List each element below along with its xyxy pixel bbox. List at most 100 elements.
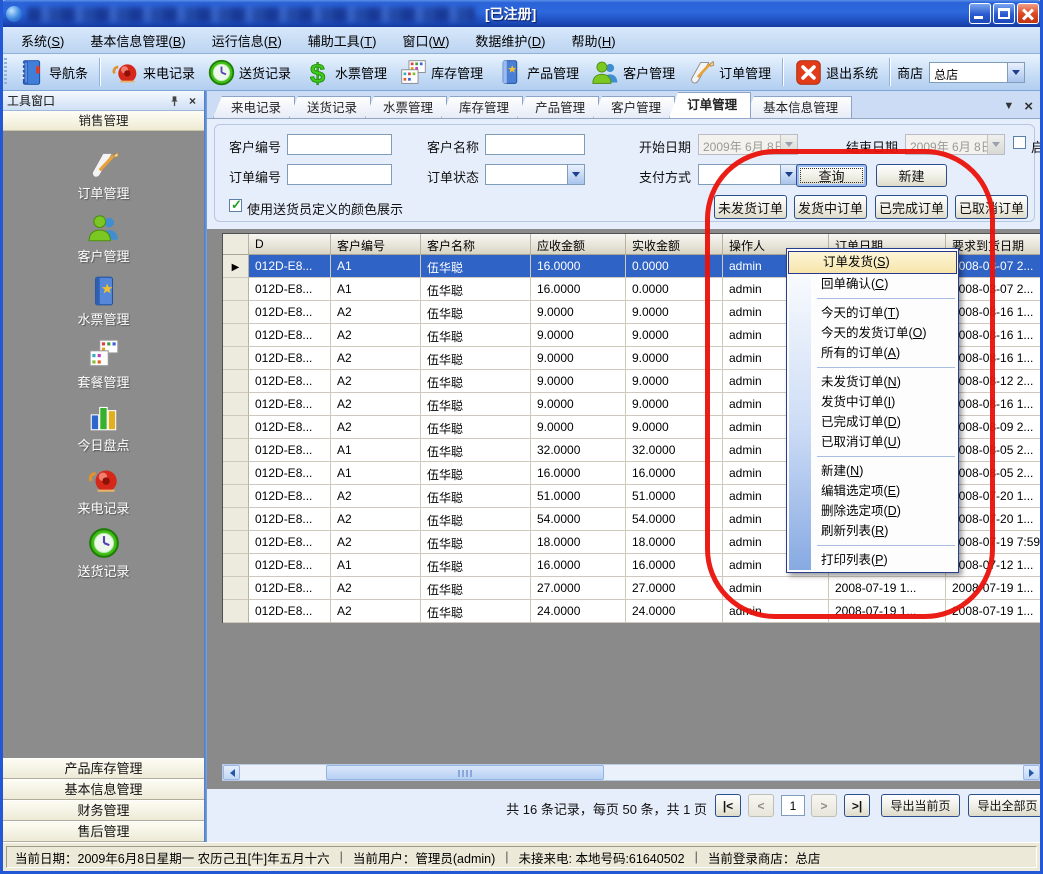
row-selector[interactable] — [223, 301, 249, 324]
row-selector[interactable] — [223, 531, 249, 554]
tab-1[interactable]: 送货记录 — [289, 96, 371, 118]
toolbar-button-8[interactable]: 订单管理 — [681, 56, 777, 89]
tab-6[interactable]: 订单管理 — [669, 92, 751, 118]
menubar-item-2[interactable]: 运行信息(R) — [199, 28, 295, 53]
pin-icon[interactable] — [167, 94, 182, 108]
cust-no-input[interactable] — [287, 134, 392, 155]
tab-0[interactable]: 来电记录 — [213, 96, 295, 118]
minimize-button[interactable] — [969, 3, 991, 24]
export-all-pages-button[interactable]: 导出全部页 — [968, 794, 1043, 817]
column-header-3[interactable]: 客户名称 — [421, 234, 531, 255]
pay-method-select[interactable] — [698, 164, 798, 185]
row-selector[interactable] — [223, 324, 249, 347]
row-selector[interactable] — [223, 508, 249, 531]
menubar-item-5[interactable]: 数据维护(D) — [462, 28, 558, 53]
toolbar-button-2[interactable]: 来电记录 — [105, 56, 201, 89]
context-menu-item-15[interactable]: 刷新列表(R) — [787, 521, 958, 541]
status-filter-button-2[interactable]: 已完成订单 — [875, 195, 948, 219]
row-selector[interactable]: ▶ — [223, 255, 249, 278]
tab-4[interactable]: 产品管理 — [517, 96, 599, 118]
close-button[interactable] — [1017, 3, 1039, 24]
row-selector[interactable] — [223, 416, 249, 439]
order-status-select[interactable] — [485, 164, 585, 185]
sidebar-group-0[interactable]: 产品库存管理 — [3, 758, 204, 779]
status-filter-button-1[interactable]: 发货中订单 — [794, 195, 867, 219]
menubar-item-3[interactable]: 辅助工具(T) — [295, 28, 390, 53]
color-option-checkbox[interactable] — [229, 199, 242, 212]
toolbar-button-4[interactable]: $水票管理 — [297, 56, 393, 89]
query-button[interactable]: 查询 — [796, 164, 867, 187]
start-date-picker[interactable]: 2009年 6月 8日 — [698, 134, 798, 155]
order-no-input[interactable] — [287, 164, 392, 185]
toolbar-button-7[interactable]: 客户管理 — [585, 56, 681, 89]
context-menu-item-3[interactable]: 今天的订单(T) — [787, 303, 958, 323]
context-menu-item-9[interactable]: 已完成订单(D) — [787, 412, 958, 432]
column-header-8[interactable]: 要求到货日期 — [946, 234, 1041, 255]
row-selector[interactable] — [223, 485, 249, 508]
toolbar-button-3[interactable]: 送货记录 — [201, 56, 297, 89]
sidebar-item-6[interactable]: 送货记录 — [3, 526, 204, 589]
status-filter-button-3[interactable]: 已取消订单 — [955, 195, 1028, 219]
scroll-right-icon[interactable] — [1023, 765, 1040, 780]
row-selector[interactable] — [223, 278, 249, 301]
status-filter-button-0[interactable]: 未发货订单 — [714, 195, 787, 219]
cust-name-input[interactable] — [485, 134, 585, 155]
sidebar-group-2[interactable]: 财务管理 — [3, 800, 204, 821]
close-tab-icon[interactable]: × — [1024, 101, 1033, 112]
menubar-item-1[interactable]: 基本信息管理(B) — [77, 28, 198, 53]
menubar-item-0[interactable]: 系统(S) — [8, 28, 77, 53]
chevron-down-icon[interactable]: ▼ — [1003, 100, 1014, 112]
tab-7[interactable]: 基本信息管理 — [745, 96, 852, 118]
sidebar-group-1[interactable]: 基本信息管理 — [3, 779, 204, 800]
tool-window-close-icon[interactable]: × — [185, 94, 200, 108]
horizontal-scrollbar[interactable] — [222, 764, 1041, 781]
tab-2[interactable]: 水票管理 — [365, 96, 447, 118]
maximize-button[interactable] — [993, 3, 1015, 24]
sidebar-item-2[interactable]: 水票管理 — [3, 274, 204, 337]
last-page-button[interactable]: >| — [844, 794, 870, 817]
context-menu-item-0[interactable]: 订单发货(S) — [788, 251, 957, 274]
new-button[interactable]: 新建 — [876, 164, 947, 187]
table-row[interactable]: 012D-E8...A2伍华聪24.000024.0000admin2008-0… — [223, 600, 1041, 623]
sidebar-item-0[interactable]: 订单管理 — [3, 148, 204, 211]
context-menu-item-14[interactable]: 删除选定项(D) — [787, 501, 958, 521]
page-number-input[interactable] — [781, 795, 805, 816]
tab-3[interactable]: 库存管理 — [441, 96, 523, 118]
sidebar-item-3[interactable]: 套餐管理 — [3, 337, 204, 400]
end-date-picker[interactable]: 2009年 6月 8日 — [905, 134, 1005, 155]
sidebar-item-5[interactable]: 来电记录 — [3, 463, 204, 526]
menubar-item-4[interactable]: 窗口(W) — [389, 28, 462, 53]
sidebar-item-4[interactable]: 今日盘点 — [3, 400, 204, 463]
column-header-5[interactable]: 实收金额 — [626, 234, 723, 255]
menubar-item-6[interactable]: 帮助(H) — [558, 28, 628, 53]
column-header-1[interactable]: D — [249, 234, 331, 255]
sidebar-group-title[interactable]: 销售管理 — [3, 111, 204, 131]
row-selector[interactable] — [223, 600, 249, 623]
context-menu-item-8[interactable]: 发货中订单(I) — [787, 392, 958, 412]
column-header-4[interactable]: 应收金额 — [531, 234, 626, 255]
context-menu-item-1[interactable]: 回单确认(C) — [787, 274, 958, 294]
row-selector[interactable] — [223, 554, 249, 577]
tab-5[interactable]: 客户管理 — [593, 96, 675, 118]
row-selector[interactable] — [223, 439, 249, 462]
row-selector[interactable] — [223, 347, 249, 370]
scrollbar-thumb[interactable] — [326, 765, 604, 780]
context-menu-item-4[interactable]: 今天的发货订单(O) — [787, 323, 958, 343]
column-header-0[interactable] — [223, 234, 249, 255]
scroll-left-icon[interactable] — [223, 765, 240, 780]
context-menu-item-17[interactable]: 打印列表(P) — [787, 550, 958, 570]
column-header-2[interactable]: 客户编号 — [331, 234, 421, 255]
sidebar-group-3[interactable]: 售后管理 — [3, 821, 204, 842]
prev-page-button[interactable]: < — [748, 794, 774, 817]
toolbar-button-10[interactable]: 退出系统 — [788, 56, 884, 89]
sidebar-item-1[interactable]: 客户管理 — [3, 211, 204, 274]
row-selector[interactable] — [223, 577, 249, 600]
row-selector[interactable] — [223, 393, 249, 416]
export-current-page-button[interactable]: 导出当前页 — [881, 794, 960, 817]
first-page-button[interactable]: |< — [715, 794, 741, 817]
context-menu-item-12[interactable]: 新建(N) — [787, 461, 958, 481]
toolbar-button-5[interactable]: 库存管理 — [393, 56, 489, 89]
context-menu-item-13[interactable]: 编辑选定项(E) — [787, 481, 958, 501]
next-page-button[interactable]: > — [811, 794, 837, 817]
shop-select[interactable]: 总店 — [929, 62, 1025, 83]
